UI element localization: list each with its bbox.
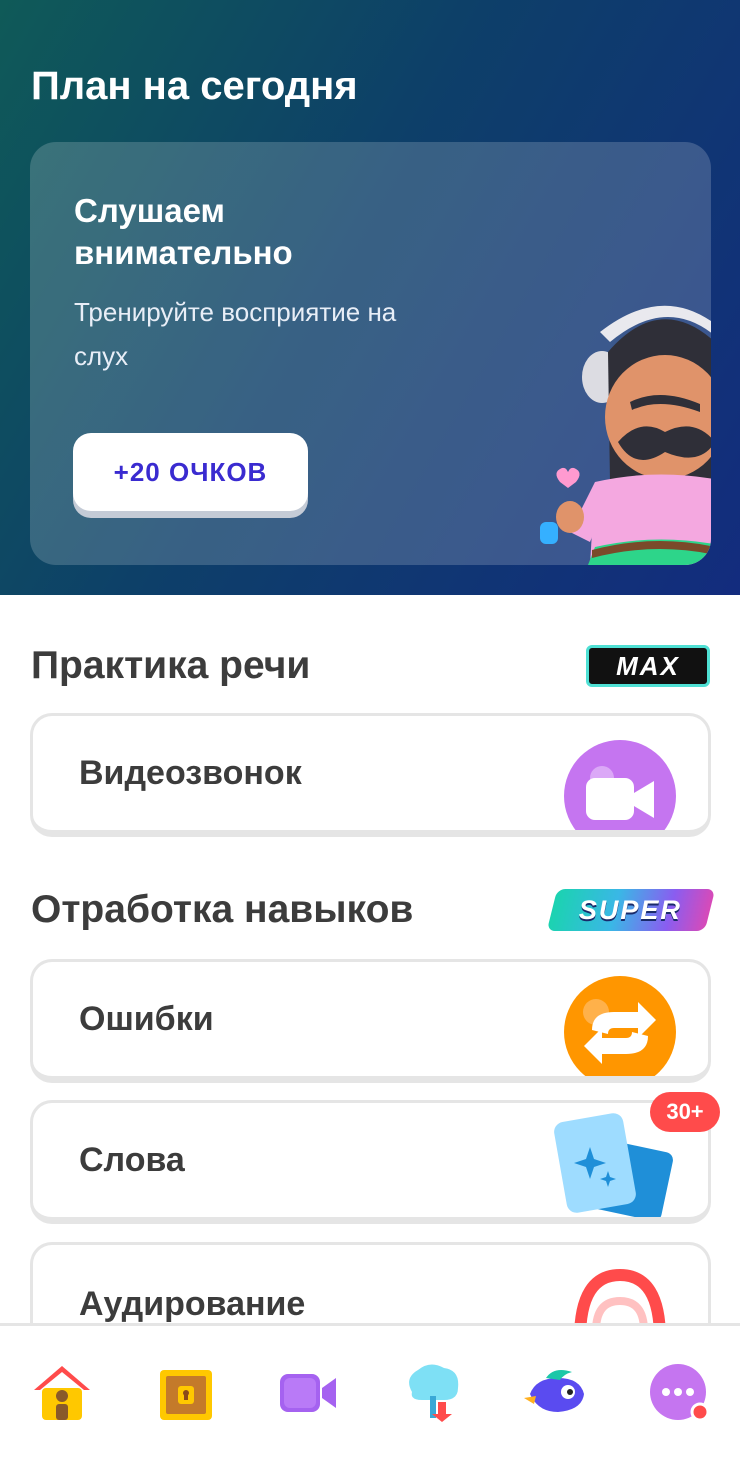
speech-practice-title: Практика речи — [31, 644, 311, 687]
words-row[interactable]: Слова — [30, 1100, 711, 1224]
daily-plan-banner: План на сегодня Слушаем внимательно Трен… — [0, 0, 740, 595]
refresh-arrows-icon — [564, 976, 676, 1076]
words-label: Слова — [79, 1141, 185, 1179]
lesson-card-subtitle: Тренируйте восприятие на слух — [74, 297, 397, 371]
points-button[interactable]: +20 ОЧКОВ — [73, 433, 308, 511]
video-call-row[interactable]: Видеозвонок — [30, 713, 711, 837]
mistakes-label: Ошибки — [79, 1000, 214, 1038]
home-icon[interactable] — [30, 1360, 94, 1424]
words-count-badge: 30+ — [650, 1092, 720, 1132]
video-call-label: Видеозвонок — [79, 754, 302, 792]
lesson-card[interactable]: Слушаем внимательно Тренируйте восприяти… — [30, 142, 711, 565]
skills-practice-title: Отработка навыков — [31, 888, 414, 931]
video-camera-tab-icon[interactable] — [276, 1360, 340, 1424]
more-icon[interactable] — [648, 1360, 712, 1424]
lesson-card-title: Слушаем внимательно — [74, 192, 293, 271]
tree-download-icon[interactable] — [402, 1360, 466, 1424]
super-badge: SUPER — [546, 889, 716, 931]
bottom-tab-bar — [0, 1323, 740, 1465]
page-title: План на сегодня — [31, 64, 358, 108]
listening-label: Аудирование — [79, 1285, 306, 1323]
video-camera-icon — [564, 740, 676, 830]
mistakes-row[interactable]: Ошибки — [30, 959, 711, 1083]
character-illustration — [540, 305, 711, 565]
max-badge: MAX — [586, 645, 710, 687]
super-badge-label: SUPER — [579, 894, 683, 925]
treasure-chest-icon[interactable] — [154, 1360, 218, 1424]
duo-bird-icon[interactable] — [524, 1360, 588, 1424]
